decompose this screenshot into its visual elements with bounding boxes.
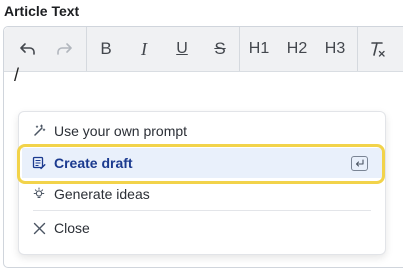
close-icon xyxy=(31,222,47,235)
heading2-button[interactable]: H2 xyxy=(278,27,316,71)
menu-item-use-own-prompt[interactable]: Use your own prompt xyxy=(19,116,385,146)
italic-button[interactable]: I xyxy=(125,27,163,71)
menu-item-label: Use your own prompt xyxy=(54,123,188,139)
editor-text[interactable]: / xyxy=(14,65,19,86)
menu-item-label: Close xyxy=(54,220,90,236)
clear-format-icon xyxy=(371,42,385,57)
menu-divider xyxy=(33,210,371,211)
bold-button[interactable]: B xyxy=(87,27,125,71)
redo-button[interactable] xyxy=(46,27,82,71)
toolbar-separator xyxy=(357,27,358,71)
lightbulb-icon xyxy=(31,187,47,201)
heading1-button[interactable]: H1 xyxy=(240,27,278,71)
strikethrough-button[interactable]: S xyxy=(201,27,239,71)
menu-item-close[interactable]: Close xyxy=(19,213,385,243)
heading3-button[interactable]: H3 xyxy=(316,27,354,71)
underline-button[interactable]: U xyxy=(163,27,201,71)
menu-item-label: Generate ideas xyxy=(54,186,150,202)
focus-highlight xyxy=(17,144,385,184)
field-label: Article Text xyxy=(4,3,80,19)
clear-format-button[interactable] xyxy=(360,27,396,71)
editor-toolbar: B I U S H1 H2 H3 xyxy=(4,27,403,72)
undo-icon xyxy=(20,43,35,55)
magic-wand-icon xyxy=(31,124,47,138)
redo-icon xyxy=(57,43,72,55)
